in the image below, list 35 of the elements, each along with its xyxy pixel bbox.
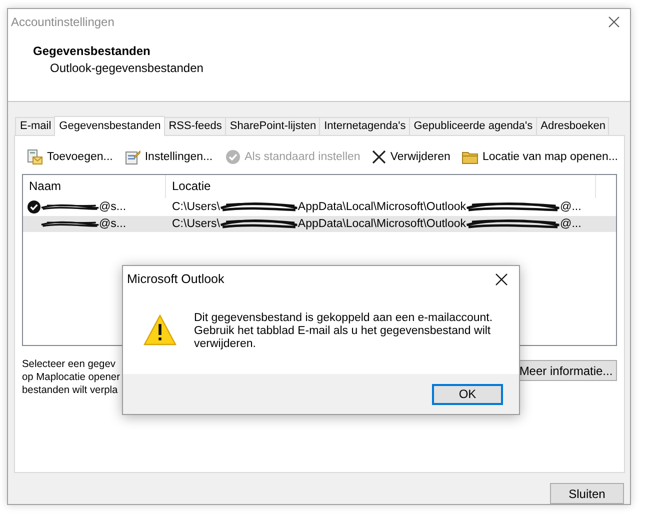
dialog-title: Microsoft Outlook <box>127 272 224 286</box>
table-cell: @... <box>560 218 582 230</box>
toolbar-button[interactable]: Instellingen... <box>124 149 213 165</box>
column-header[interactable]: Naam <box>23 175 166 198</box>
document-pencil-icon <box>124 149 141 165</box>
tab[interactable]: Adresboeken <box>536 117 610 135</box>
section-title: Gegevensbestanden <box>33 44 152 58</box>
toolbar-button[interactable]: Locatie van map openen... <box>462 149 618 165</box>
list-row[interactable]: @s... C:\Users\ AppData\Local\Microsoft\Outlook @... <box>23 199 616 215</box>
table-cell: @s... <box>99 218 126 230</box>
close-icon[interactable] <box>495 272 508 286</box>
toolbar-button[interactable]: Toevoegen... <box>27 149 113 165</box>
table-cell: AppData\Local\Microsoft\Outlook <box>298 218 466 230</box>
toolbar-button[interactable]: Verwijderen <box>372 149 450 165</box>
section-subtitle: Outlook-gegevensbestanden <box>49 61 204 76</box>
column-header[interactable]: Locatie <box>166 175 596 198</box>
folder-icon <box>462 150 478 164</box>
tab[interactable]: Gegevensbestanden <box>54 116 165 136</box>
table-cell: @s... <box>99 201 126 213</box>
delete-icon <box>372 150 386 164</box>
check-circle-icon <box>224 149 241 165</box>
window-title: Accountinstellingen <box>11 14 114 29</box>
list-row[interactable]: @s... C:\Users\ AppData\Local\Microsoft\Outlook @... <box>23 216 616 232</box>
close-button[interactable]: Sluiten <box>550 483 624 504</box>
table-cell: C:\Users\ <box>172 218 220 230</box>
tab[interactable]: E-mail <box>15 117 56 135</box>
close-icon[interactable] <box>608 16 620 28</box>
table-cell: C:\Users\ <box>172 201 220 213</box>
table-cell: AppData\Local\Microsoft\Outlook <box>298 201 466 213</box>
dialog-message: Dit gegevensbestand is gekoppeld aan een e-mailaccount. Gebruik het tabblad E-mail als u het gegevensbestand wilt verwijderen. <box>194 312 493 351</box>
table-cell: @... <box>560 201 582 213</box>
description-text: Selecteer een gegev op Maplocatie opener bestanden wilt verpla <box>22 358 120 397</box>
ok-button[interactable]: OK <box>432 384 503 404</box>
document-envelope-icon <box>27 149 43 165</box>
warning-icon <box>143 314 177 346</box>
